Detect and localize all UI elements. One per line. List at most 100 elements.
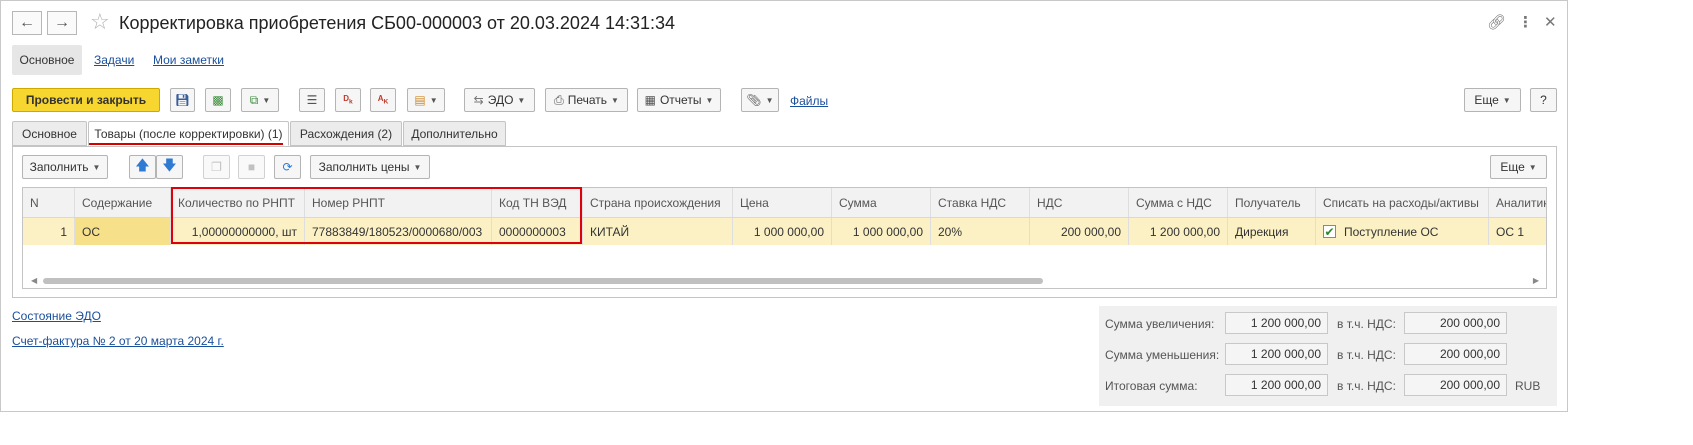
close-icon[interactable]: ✕ bbox=[1544, 13, 1557, 31]
decrease-label: Сумма уменьшения: bbox=[1105, 348, 1220, 362]
cell-rnpt[interactable]: 77883849/180523/0000680/003 bbox=[305, 218, 492, 245]
col-price[interactable]: Цена bbox=[733, 188, 832, 217]
journal-button[interactable]: ☰ bbox=[299, 88, 325, 112]
related-documents-button[interactable]: ▤ ▼ bbox=[407, 88, 445, 112]
col-rnpt[interactable]: Номер РНПТ bbox=[305, 188, 492, 217]
help-button[interactable]: ? bbox=[1530, 88, 1557, 112]
create-based-icon: ⧉ bbox=[249, 92, 259, 107]
fill-button[interactable]: Заполнить ▼ bbox=[22, 155, 108, 179]
link-icon[interactable]: 🔗︎ bbox=[1487, 13, 1506, 31]
total-field: 1 200 000,00 bbox=[1225, 374, 1328, 396]
chevron-down-icon: ▼ bbox=[413, 162, 422, 172]
table-more-button[interactable]: Еще ▼ bbox=[1490, 155, 1547, 179]
cell-writeoff[interactable]: ✔ Поступление ОС bbox=[1316, 218, 1489, 245]
attachments-button[interactable]: 📎︎ ▼ bbox=[741, 88, 779, 112]
col-analytics[interactable]: Аналитик bbox=[1489, 188, 1546, 217]
favorite-star-icon[interactable]: ☆ bbox=[90, 9, 110, 35]
cell-analytics[interactable]: ОС 1 bbox=[1489, 218, 1546, 245]
print-button[interactable]: ⎙ Печать ▼ bbox=[545, 88, 628, 112]
share-icon: ⟳ bbox=[282, 160, 293, 174]
floppy-disk-icon: 💾︎ bbox=[174, 93, 191, 107]
section-notes[interactable]: Мои заметки bbox=[153, 53, 224, 67]
col-vat-rate[interactable]: Ставка НДС bbox=[931, 188, 1030, 217]
arrow-right-icon: → bbox=[54, 14, 70, 31]
cell-price[interactable]: 1 000 000,00 bbox=[733, 218, 832, 245]
dt-kt-button[interactable]: Dk bbox=[335, 88, 361, 112]
table-row[interactable]: 1 ОС 1,00000000000, шт 77883849/180523/0… bbox=[23, 218, 1546, 245]
paste-rows-button[interactable]: ■ bbox=[238, 155, 265, 179]
col-vat[interactable]: НДС bbox=[1030, 188, 1129, 217]
save-button[interactable]: 💾︎ bbox=[170, 88, 195, 112]
share-button[interactable]: ⟳ bbox=[274, 155, 301, 179]
cell-vat-rate[interactable]: 20% bbox=[931, 218, 1030, 245]
col-content[interactable]: Содержание bbox=[75, 188, 171, 217]
edo-state-link[interactable]: Состояние ЭДО bbox=[12, 309, 101, 323]
create-based-on-button[interactable]: ⧉ ▼ bbox=[241, 88, 279, 112]
col-tnved[interactable]: Код ТН ВЭД bbox=[492, 188, 583, 217]
invoice-link[interactable]: Счет-фактура № 2 от 20 марта 2024 г. bbox=[12, 334, 224, 348]
back-button[interactable]: ← bbox=[12, 11, 42, 35]
post-button[interactable]: ▩ bbox=[205, 88, 231, 112]
scroll-right-icon[interactable]: ▶ bbox=[1533, 276, 1539, 285]
cell-qty[interactable]: 1,00000000000, шт bbox=[171, 218, 305, 245]
reports-button[interactable]: ▦ Отчеты ▼ bbox=[637, 88, 721, 112]
col-sum[interactable]: Сумма bbox=[832, 188, 931, 217]
fill-prices-button[interactable]: Заполнить цены ▼ bbox=[310, 155, 430, 179]
chevron-down-icon: ▼ bbox=[705, 95, 714, 105]
horizontal-scrollbar[interactable]: ◀ ▶ bbox=[31, 276, 1539, 285]
cell-sum[interactable]: 1 000 000,00 bbox=[832, 218, 931, 245]
chevron-down-icon: ▼ bbox=[611, 95, 619, 105]
move-down-button[interactable]: 🡇 bbox=[156, 155, 183, 179]
decrease-field: 1 200 000,00 bbox=[1225, 343, 1328, 365]
col-sum-vat[interactable]: Сумма с НДС bbox=[1129, 188, 1228, 217]
arrow-left-icon: ← bbox=[19, 14, 35, 31]
print-label: Печать bbox=[567, 93, 607, 107]
section-tasks[interactable]: Задачи bbox=[94, 53, 134, 67]
scrollbar-thumb[interactable] bbox=[43, 278, 1043, 284]
chevron-down-icon: ▼ bbox=[1502, 95, 1511, 105]
vat-increase-field: 200 000,00 bbox=[1404, 312, 1507, 334]
more-button[interactable]: Еще ▼ bbox=[1464, 88, 1521, 112]
edo-icon: ⇆ bbox=[473, 93, 484, 107]
writeoff-value: Поступление ОС bbox=[1344, 224, 1439, 239]
edo-label: ЭДО bbox=[487, 93, 514, 107]
tab-main[interactable]: Основное bbox=[12, 121, 87, 146]
page-title: Корректировка приобретения СБ00-000003 о… bbox=[119, 13, 676, 33]
cell-sum-vat[interactable]: 1 200 000,00 bbox=[1129, 218, 1228, 245]
col-recipient[interactable]: Получатель bbox=[1228, 188, 1316, 217]
scroll-left-icon[interactable]: ◀ bbox=[31, 276, 37, 285]
tab-additional[interactable]: Дополнительно bbox=[403, 121, 506, 146]
files-link[interactable]: Файлы bbox=[790, 94, 828, 108]
paste-icon: ■ bbox=[247, 160, 256, 174]
active-tab-underline bbox=[89, 143, 283, 145]
increase-field: 1 200 000,00 bbox=[1225, 312, 1328, 334]
forward-button[interactable]: → bbox=[47, 11, 77, 35]
chevron-down-icon: ▼ bbox=[429, 95, 438, 105]
checkmark-icon: ✔ bbox=[1324, 224, 1335, 239]
post-and-close-button[interactable]: Провести и закрыть bbox=[12, 88, 160, 112]
col-n[interactable]: N bbox=[23, 188, 75, 217]
move-up-button[interactable]: 🡅 bbox=[129, 155, 156, 179]
col-qty[interactable]: Количество по РНПТ bbox=[171, 188, 305, 217]
cell-recipient[interactable]: Дирекция bbox=[1228, 218, 1316, 245]
edo-button[interactable]: ⇆ ЭДО ▼ bbox=[464, 88, 535, 112]
writeoff-checkbox[interactable]: ✔ bbox=[1323, 224, 1336, 239]
section-main[interactable]: Основное bbox=[12, 45, 82, 75]
tab-discrepancies[interactable]: Расхождения (2) bbox=[290, 121, 402, 146]
copy-icon: ❐ bbox=[211, 160, 222, 174]
col-writeoff[interactable]: Списать на расходы/активы bbox=[1316, 188, 1489, 217]
currency-label: RUB bbox=[1515, 379, 1541, 393]
cell-vat[interactable]: 200 000,00 bbox=[1030, 218, 1129, 245]
cell-tnved[interactable]: 0000000003 bbox=[492, 218, 583, 245]
cell-n[interactable]: 1 bbox=[23, 218, 75, 245]
cell-content[interactable]: ОС bbox=[75, 218, 171, 245]
ledger-button[interactable]: AK bbox=[370, 88, 396, 112]
chevron-down-icon: ▼ bbox=[262, 95, 271, 105]
vat-label-2: в т.ч. НДС: bbox=[1337, 348, 1396, 362]
col-country[interactable]: Страна происхождения bbox=[583, 188, 733, 217]
fill-label: Заполнить bbox=[29, 160, 89, 174]
more-vertical-icon[interactable]: ⋮ bbox=[1518, 13, 1533, 31]
chevron-down-icon: ▼ bbox=[92, 162, 101, 172]
copy-rows-button[interactable]: ❐ bbox=[203, 155, 230, 179]
cell-country[interactable]: КИТАЙ bbox=[583, 218, 733, 245]
